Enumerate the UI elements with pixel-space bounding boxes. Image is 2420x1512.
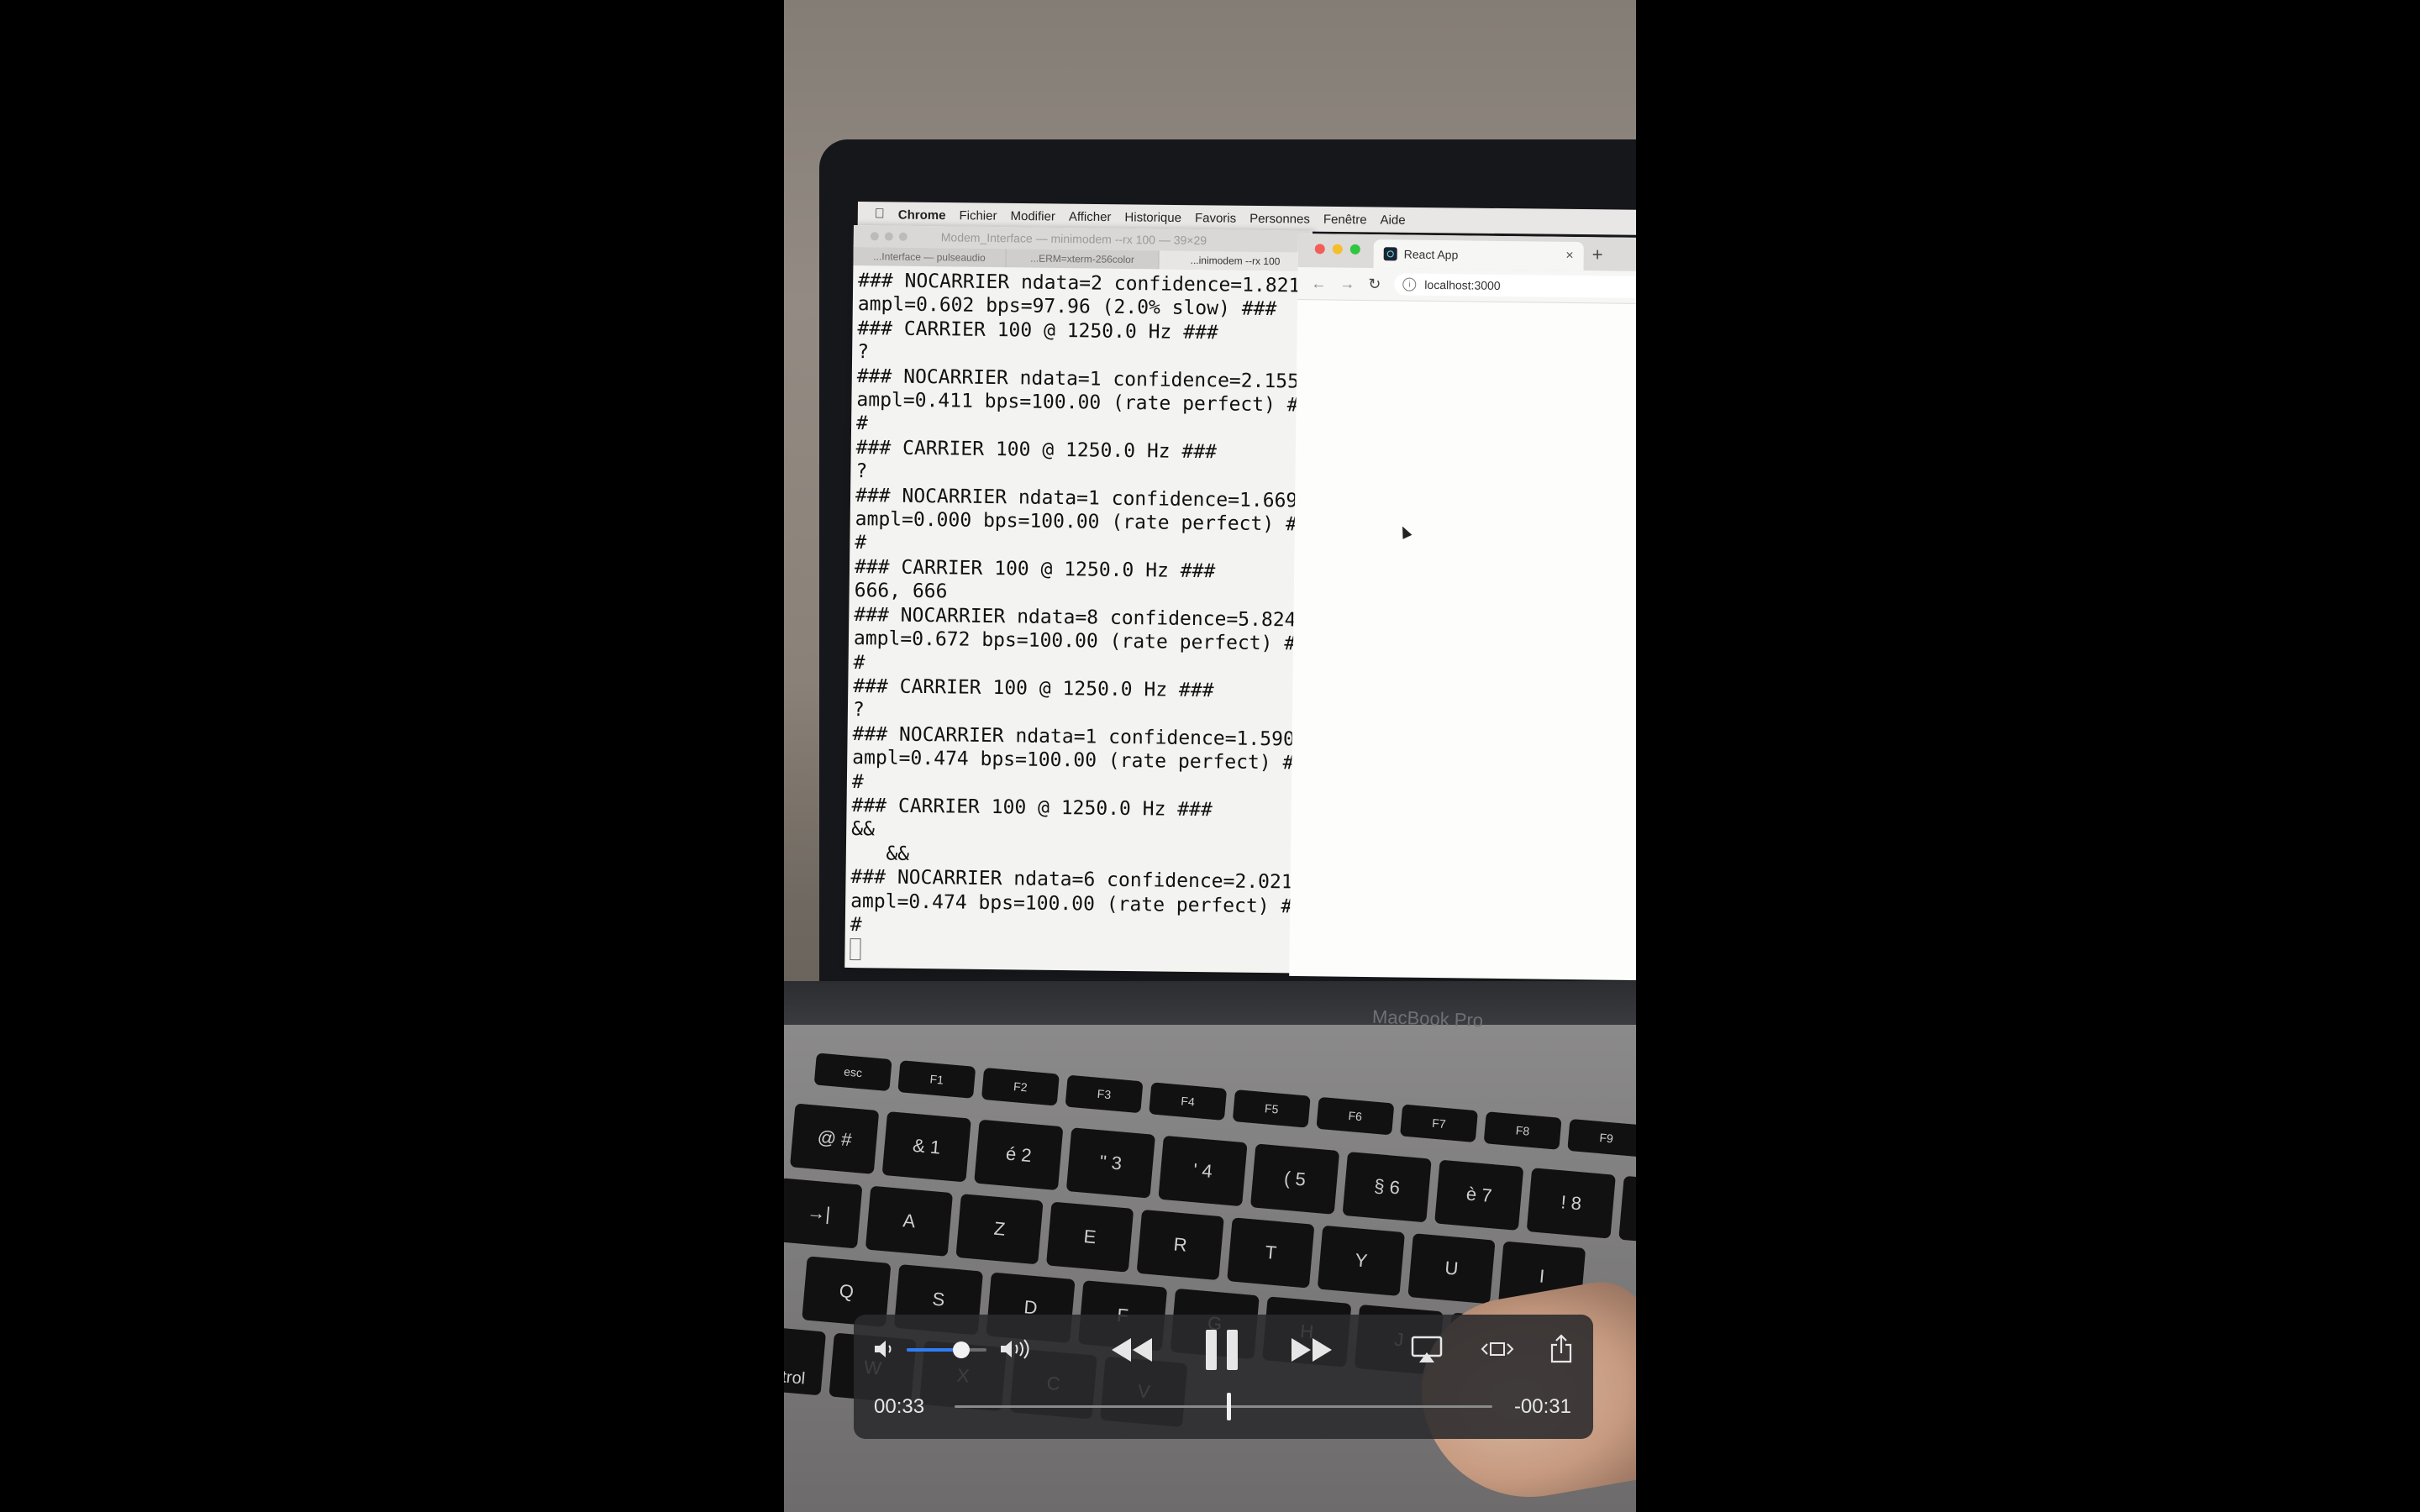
browser-tab-title: React App — [1403, 247, 1459, 262]
terminal-tab[interactable]: ...ERM=xterm-256color — [1006, 249, 1160, 270]
speaker-high-icon[interactable] — [998, 1336, 1039, 1362]
scrubber[interactable] — [955, 1393, 1492, 1420]
browser-tabbar: React App × + — [1297, 234, 1636, 273]
browser-tab[interactable]: React App × — [1373, 239, 1584, 271]
remaining-time: -00:31 — [1513, 1395, 1571, 1418]
airplay-icon[interactable] — [1410, 1335, 1444, 1365]
speaker-low-icon[interactable] — [872, 1336, 897, 1362]
menu-fichier[interactable]: Fichier — [959, 208, 997, 223]
menu-modifier[interactable]: Modifier — [1010, 208, 1055, 223]
chrome-window[interactable]: React App × + ← → ↻ i localhost:3000 — [1289, 234, 1636, 982]
react-favicon-icon — [1383, 247, 1397, 261]
fast-forward-icon[interactable] — [1288, 1333, 1335, 1367]
key[interactable]: U — [1407, 1233, 1496, 1305]
menu-afficher[interactable]: Afficher — [1069, 209, 1112, 224]
terminal-tab-active[interactable]: ...inimodem --rx 100 — [1159, 250, 1313, 271]
key[interactable]: esc — [813, 1053, 892, 1092]
key[interactable]: è 7 — [1434, 1159, 1524, 1231]
key[interactable]: R — [1136, 1209, 1224, 1281]
browser-toolbar: ← → ↻ i localhost:3000 — [1297, 266, 1636, 306]
key[interactable]: " 3 — [1065, 1127, 1156, 1199]
key[interactable]: T — [1227, 1217, 1315, 1289]
reload-icon[interactable]: ↻ — [1368, 276, 1381, 293]
terminal-output[interactable]: ### NOCARRIER ndata=2 confidence=1.821 am… — [844, 265, 1312, 972]
pause-icon[interactable] — [1200, 1328, 1244, 1372]
volume-slider[interactable] — [907, 1341, 986, 1358]
key[interactable]: F1 — [897, 1060, 976, 1099]
window-controls[interactable] — [870, 232, 908, 241]
back-icon[interactable]: ← — [1311, 275, 1326, 292]
menu-fenetre[interactable]: Fenêtre — [1323, 212, 1367, 227]
key[interactable]: @ # — [790, 1103, 880, 1174]
menu-chrome[interactable]: Chrome — [898, 207, 946, 223]
apple-icon[interactable]:  — [875, 207, 885, 222]
terminal-cursor — [850, 938, 861, 961]
scrubber-handle[interactable] — [1227, 1393, 1232, 1420]
video-frame:  Chrome Fichier Modifier Afficher Histo… — [784, 0, 1636, 1512]
rewind-icon[interactable] — [1108, 1333, 1155, 1367]
zoom-window-icon[interactable] — [1349, 244, 1360, 255]
key-control[interactable]: control — [784, 1324, 827, 1396]
key[interactable]: →| — [784, 1178, 863, 1249]
menu-personnes[interactable]: Personnes — [1249, 211, 1310, 226]
key[interactable]: é 2 — [974, 1119, 1064, 1191]
page-content[interactable] — [1289, 300, 1636, 977]
key[interactable]: F4 — [1149, 1082, 1228, 1121]
key[interactable]: & 1 — [881, 1111, 971, 1183]
key[interactable]: F2 — [981, 1067, 1060, 1106]
key[interactable]: F7 — [1400, 1104, 1478, 1143]
key[interactable]: F3 — [1065, 1074, 1144, 1114]
menu-favoris[interactable]: Favoris — [1195, 211, 1236, 226]
terminal-tab[interactable]: ...Interface — pulseaudio — [853, 246, 1007, 268]
key[interactable]: § 6 — [1342, 1151, 1432, 1223]
key[interactable]: ( 5 — [1249, 1143, 1340, 1215]
menu-historique[interactable]: Historique — [1124, 210, 1181, 225]
menu-aide[interactable]: Aide — [1381, 213, 1406, 227]
key[interactable]: ç 9 — [1618, 1175, 1636, 1247]
terminal-title: Modem_Interface — minimodem --rx 100 — 3… — [940, 230, 1207, 248]
address-bar-url: localhost:3000 — [1424, 277, 1501, 292]
key[interactable]: F8 — [1483, 1111, 1562, 1150]
key[interactable]: ! 8 — [1526, 1168, 1616, 1239]
close-window-icon[interactable] — [1314, 244, 1325, 255]
key[interactable]: F6 — [1316, 1096, 1395, 1136]
minimize-window-icon[interactable] — [1332, 244, 1343, 255]
forward-icon[interactable]: → — [1339, 275, 1355, 292]
new-tab-button[interactable]: + — [1592, 244, 1603, 265]
key[interactable]: F9 — [1567, 1118, 1636, 1158]
key[interactable]: E — [1045, 1201, 1134, 1273]
player-controls: 00:33 -00:31 — [854, 1315, 1593, 1439]
share-icon[interactable] — [1547, 1331, 1576, 1365]
terminal-window[interactable]: Modem_Interface — minimodem --rx 100 — 3… — [844, 225, 1313, 974]
key[interactable]: F5 — [1232, 1089, 1311, 1128]
info-icon[interactable]: i — [1402, 277, 1417, 291]
volume-knob[interactable] — [952, 1341, 970, 1358]
window-controls[interactable] — [1314, 244, 1360, 255]
key[interactable]: Y — [1317, 1225, 1406, 1296]
laptop-brand: MacBook Pro — [1371, 1005, 1484, 1032]
key[interactable]: ' 4 — [1158, 1135, 1248, 1207]
close-tab-icon[interactable]: × — [1565, 249, 1574, 264]
key[interactable]: Z — [955, 1194, 1044, 1265]
elapsed-time: 00:33 — [874, 1395, 925, 1418]
address-bar[interactable]: i localhost:3000 — [1394, 273, 1636, 300]
key[interactable]: A — [865, 1185, 954, 1257]
resize-icon[interactable] — [1480, 1336, 1515, 1362]
